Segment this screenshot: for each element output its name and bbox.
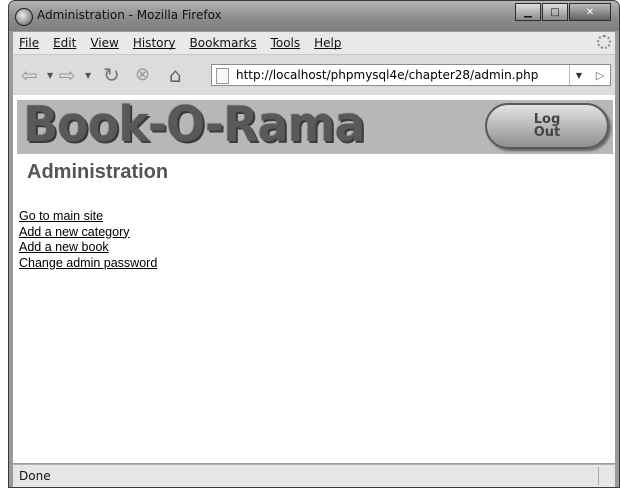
go-arrow-icon[interactable]: ▷ bbox=[590, 65, 610, 85]
page-icon bbox=[216, 68, 229, 84]
maximize-button[interactable]: □ bbox=[542, 3, 568, 21]
browser-window: Administration - Mozilla Firefox ▁ □ ✕ F… bbox=[8, 0, 620, 488]
forward-arrow-icon[interactable]: ⇨ bbox=[59, 65, 76, 85]
menu-file[interactable]: File bbox=[13, 36, 47, 50]
address-bar[interactable]: http://localhost/phpmysql4e/chapter28/ad… bbox=[211, 64, 611, 86]
admin-links: Go to main site Add a new category Add a… bbox=[19, 209, 157, 271]
menu-bookmarks[interactable]: Bookmarks bbox=[184, 36, 265, 50]
status-panel bbox=[598, 467, 601, 485]
throbber-icon bbox=[597, 35, 611, 49]
forward-history-dropdown-icon[interactable]: ▼ bbox=[85, 71, 91, 80]
page-content: Book-O-Rama Log Out Administration Go to… bbox=[13, 95, 615, 463]
url-text[interactable]: http://localhost/phpmysql4e/chapter28/ad… bbox=[236, 68, 538, 82]
close-button[interactable]: ✕ bbox=[569, 3, 611, 21]
menu-tools[interactable]: Tools bbox=[265, 36, 309, 50]
site-banner: Book-O-Rama Log Out bbox=[17, 95, 613, 154]
firefox-icon bbox=[15, 8, 33, 26]
reload-icon[interactable]: ↻ bbox=[103, 65, 120, 85]
page-title: Administration bbox=[27, 161, 169, 183]
logout-label: Log Out bbox=[533, 112, 561, 140]
menu-help[interactable]: Help bbox=[308, 36, 349, 50]
stop-icon[interactable]: ⊗ bbox=[135, 66, 150, 84]
maximize-icon: □ bbox=[550, 6, 560, 18]
link-change-password[interactable]: Change admin password bbox=[19, 256, 157, 272]
menu-history[interactable]: History bbox=[127, 36, 184, 50]
logout-button[interactable]: Log Out bbox=[485, 103, 609, 149]
site-logo: Book-O-Rama bbox=[23, 95, 365, 153]
menu-bar: File Edit View History Bookmarks Tools H… bbox=[13, 32, 615, 54]
status-text: Done bbox=[19, 469, 51, 483]
link-add-book[interactable]: Add a new book bbox=[19, 240, 157, 256]
close-icon: ✕ bbox=[585, 6, 595, 18]
minimize-icon: ▁ bbox=[524, 6, 532, 18]
title-bar: Administration - Mozilla Firefox ▁ □ ✕ bbox=[9, 1, 619, 31]
home-icon[interactable]: ⌂ bbox=[169, 65, 182, 85]
minimize-button[interactable]: ▁ bbox=[515, 3, 541, 21]
back-arrow-icon[interactable]: ⇦ bbox=[21, 65, 38, 85]
link-main-site[interactable]: Go to main site bbox=[19, 209, 157, 225]
status-bar: Done bbox=[13, 464, 615, 487]
link-add-category[interactable]: Add a new category bbox=[19, 225, 157, 241]
menu-edit[interactable]: Edit bbox=[47, 36, 84, 50]
back-history-dropdown-icon[interactable]: ▼ bbox=[47, 71, 53, 80]
window-title: Administration - Mozilla Firefox bbox=[37, 8, 222, 22]
menu-view[interactable]: View bbox=[84, 36, 126, 50]
navigation-toolbar: ⇦ ▼ ⇨ ▼ ↻ ⊗ ⌂ http://localhost/phpmysql4… bbox=[13, 54, 615, 95]
url-dropdown-icon[interactable]: ▼ bbox=[569, 65, 588, 85]
